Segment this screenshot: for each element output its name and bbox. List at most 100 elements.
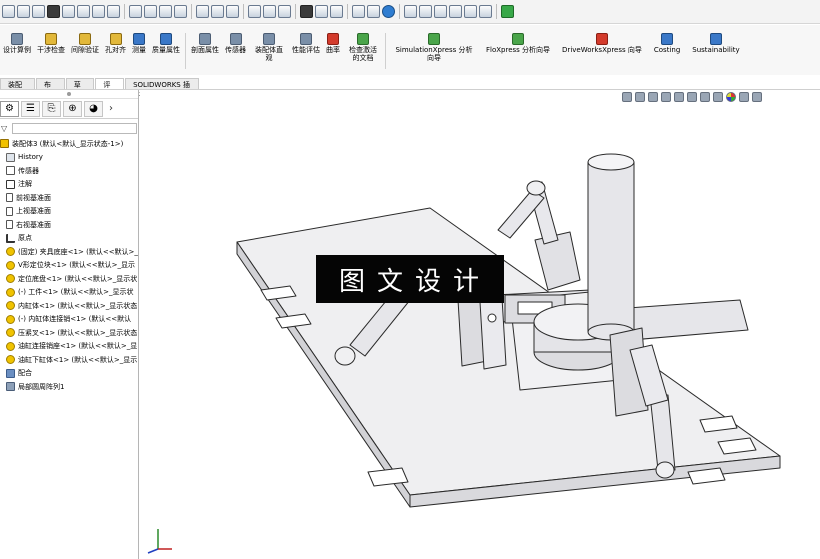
design-study-button[interactable]: 设计算例: [0, 33, 34, 54]
tree-item[interactable]: (-) 工件<1> (默认<<默认>_显示状: [0, 286, 138, 300]
refresh-icon[interactable]: [501, 5, 514, 18]
measure-button[interactable]: 测量: [129, 33, 149, 54]
grip-dot: [67, 92, 71, 96]
floxpress-button[interactable]: FloXpress 分析向导: [480, 33, 556, 54]
performance-evaluation-button[interactable]: 性能评估: [289, 33, 323, 54]
sensor-icon: [6, 166, 15, 176]
grid-icon[interactable]: [464, 5, 477, 18]
graphics-viewport[interactable]: 图文设计: [140, 90, 820, 559]
dimxpert-tab[interactable]: ⊕: [63, 100, 82, 117]
tree-item[interactable]: History: [0, 151, 138, 165]
show-icon[interactable]: [263, 5, 276, 18]
options-icon[interactable]: [107, 5, 120, 18]
tree-item[interactable]: 前视基准面: [0, 191, 138, 205]
hide-icon[interactable]: [248, 5, 261, 18]
sustainability-button[interactable]: Sustainability: [686, 33, 745, 54]
redo-icon[interactable]: [77, 5, 90, 18]
tree-item[interactable]: 配合: [0, 367, 138, 381]
upper-cylinder-end: [526, 180, 546, 196]
mass-properties-icon: [160, 33, 172, 45]
tree-item-label: 原点: [18, 234, 32, 243]
settings-icon[interactable]: [352, 5, 365, 18]
tree-item-label: History: [18, 153, 43, 162]
ribbon-command-label: 测量: [132, 46, 146, 54]
driveworksxpress-button[interactable]: DriveWorksXpress 向导: [556, 33, 648, 54]
tree-item[interactable]: 右视基准面: [0, 218, 138, 232]
tree-item[interactable]: (固定) 夹具底座<1> (默认<<默认>_: [0, 245, 138, 259]
rebuild-icon[interactable]: [92, 5, 105, 18]
mass-properties-button[interactable]: 质量属性: [149, 33, 183, 54]
new-icon[interactable]: [2, 5, 15, 18]
tree-item[interactable]: 上视基准面: [0, 205, 138, 219]
diamond-icon[interactable]: [449, 5, 462, 18]
balloon-icon[interactable]: [159, 5, 172, 18]
snapshot-icon[interactable]: [330, 5, 343, 18]
tree-item-label: 传感器: [18, 166, 39, 175]
tree-item[interactable]: 压紧叉<1> (默认<<默认>_显示状态: [0, 326, 138, 340]
save-icon[interactable]: [32, 5, 45, 18]
check-document-button[interactable]: 检查激活的文档: [343, 33, 383, 62]
tree-item[interactable]: 油缸连接销座<1> (默认<<默认>_显: [0, 340, 138, 354]
smart-dim-icon[interactable]: [129, 5, 142, 18]
view-icon[interactable]: [196, 5, 209, 18]
tree-item[interactable]: V形定位块<1> (默认<<默认>_显示: [0, 259, 138, 273]
part-icon: [6, 341, 15, 351]
feature-manager-tab[interactable]: ⚙: [0, 100, 19, 117]
assembly-visualization-button[interactable]: 装配体直观: [249, 33, 289, 62]
panel-tabs: ⚙ ☰ ⎘ ⊕ ◕ ›: [0, 99, 138, 119]
curvature-icon: [327, 33, 339, 45]
note-icon[interactable]: [144, 5, 157, 18]
display-icon[interactable]: [226, 5, 239, 18]
undo-icon[interactable]: [62, 5, 75, 18]
measure-icon: [133, 33, 145, 45]
interference-button[interactable]: 干涉检查: [34, 33, 68, 54]
tree-item-label: 上视基准面: [16, 207, 51, 216]
command-manager-ribbon: 设计算例 干涉检查 间隙验证 孔对齐 测量 质量属性 剖面属性 传感器 装配体直观 性能评估 曲率 检…: [0, 25, 820, 75]
photo-icon[interactable]: [315, 5, 328, 18]
simulationxpress-button[interactable]: SimulationXpress 分析向导: [388, 33, 480, 62]
left-cylinder-end: [334, 346, 356, 366]
color-icon[interactable]: [382, 5, 395, 18]
shield-icon[interactable]: [434, 5, 447, 18]
clearance-button[interactable]: 间隙验证: [68, 33, 102, 54]
tree-item[interactable]: 传感器: [0, 164, 138, 178]
configuration-manager-tab[interactable]: ⎘: [42, 100, 61, 117]
sensor-button[interactable]: 传感器: [222, 33, 249, 54]
hole-align-button[interactable]: 孔对齐: [102, 33, 129, 54]
part-icon: [6, 287, 15, 297]
filter-icon: ▽: [1, 123, 8, 133]
tree-item[interactable]: (-) 内缸体连接销<1> (默认<<默认: [0, 313, 138, 327]
print-icon[interactable]: [47, 5, 60, 18]
toolbar-separator: [347, 4, 348, 19]
tree-item[interactable]: 油缸下缸体<1> (默认<<默认>_显示: [0, 353, 138, 367]
tree-root[interactable]: 装配体3 (默认<默认_显示状态-1>): [0, 137, 138, 151]
tree-item[interactable]: 注解: [0, 178, 138, 192]
tree-root-label: 装配体3 (默认<默认_显示状态-1>): [12, 139, 124, 148]
user2-icon[interactable]: [419, 5, 432, 18]
filter-input[interactable]: [12, 122, 137, 134]
ribbon-command-label: 干涉检查: [37, 46, 65, 54]
export-icon[interactable]: [479, 5, 492, 18]
curvature-button[interactable]: 曲率: [323, 33, 343, 54]
panel-grip[interactable]: [0, 90, 138, 99]
tree-item[interactable]: 原点: [0, 232, 138, 246]
render-icon[interactable]: [300, 5, 313, 18]
tree-item[interactable]: 局部圆周阵列1: [0, 380, 138, 394]
section-properties-icon: [199, 33, 211, 45]
section-properties-button[interactable]: 剖面属性: [188, 33, 222, 54]
user-icon[interactable]: [404, 5, 417, 18]
top-toolbar: [0, 0, 820, 24]
open-icon[interactable]: [17, 5, 30, 18]
feature-manager-panel: ⚙ ☰ ⎘ ⊕ ◕ › ▽ 装配体3 (默认<默认_显示状态-1>) Histo…: [0, 90, 139, 559]
section-icon[interactable]: [211, 5, 224, 18]
tree-item[interactable]: 定位底盘<1> (默认<<默认>_显示状: [0, 272, 138, 286]
tree-item[interactable]: 内缸体<1> (默认<<默认>_显示状态: [0, 299, 138, 313]
weld-icon[interactable]: [174, 5, 187, 18]
appearance-icon[interactable]: [278, 5, 291, 18]
tree-items: History 传感器注解 前视基准面上视基准面右视基准面原点 (固定) 夹具底座<1…: [0, 151, 138, 394]
panel-tabs-more-icon[interactable]: ›: [109, 103, 113, 114]
property-manager-tab[interactable]: ☰: [21, 100, 40, 117]
costing-button[interactable]: Costing: [648, 33, 686, 54]
display-manager-tab[interactable]: ◕: [84, 100, 103, 117]
help-icon[interactable]: [367, 5, 380, 18]
